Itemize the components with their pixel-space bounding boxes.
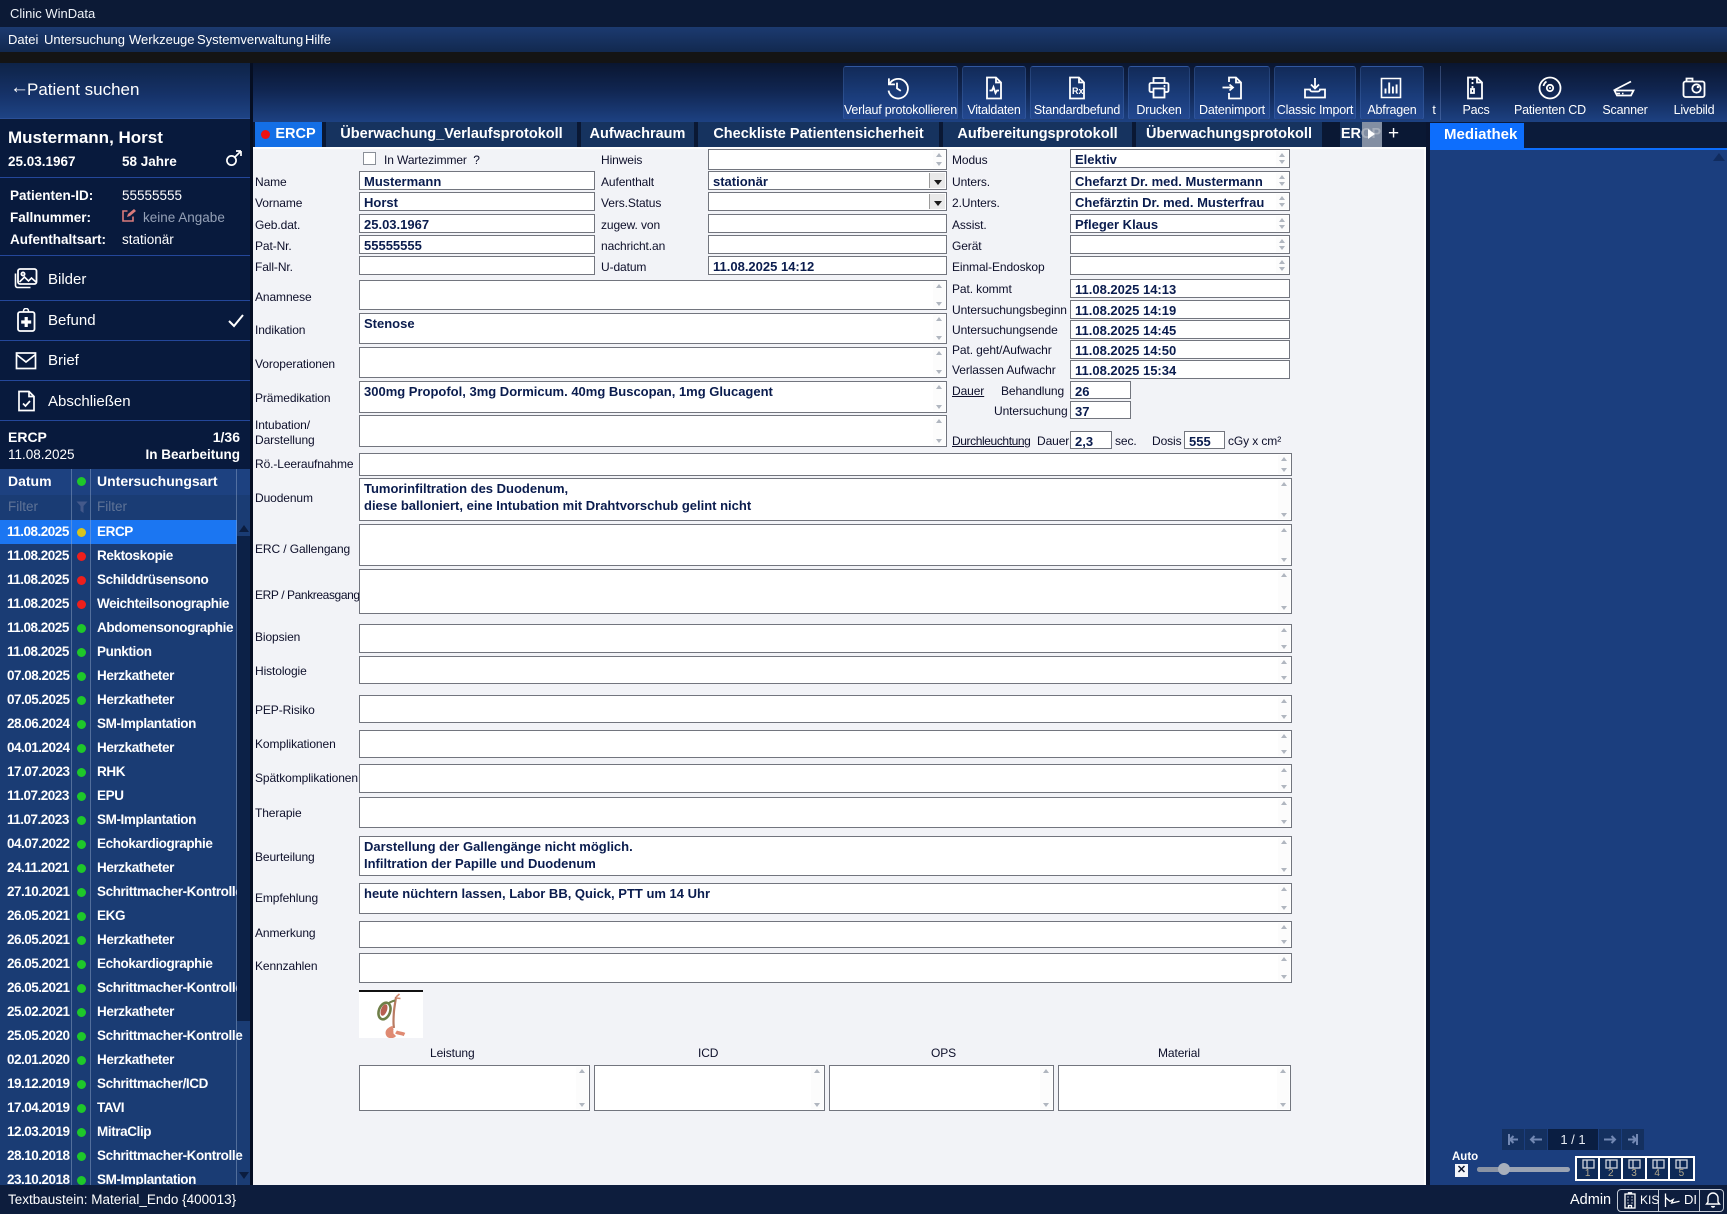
svg-text:Rx: Rx [1072, 86, 1084, 96]
